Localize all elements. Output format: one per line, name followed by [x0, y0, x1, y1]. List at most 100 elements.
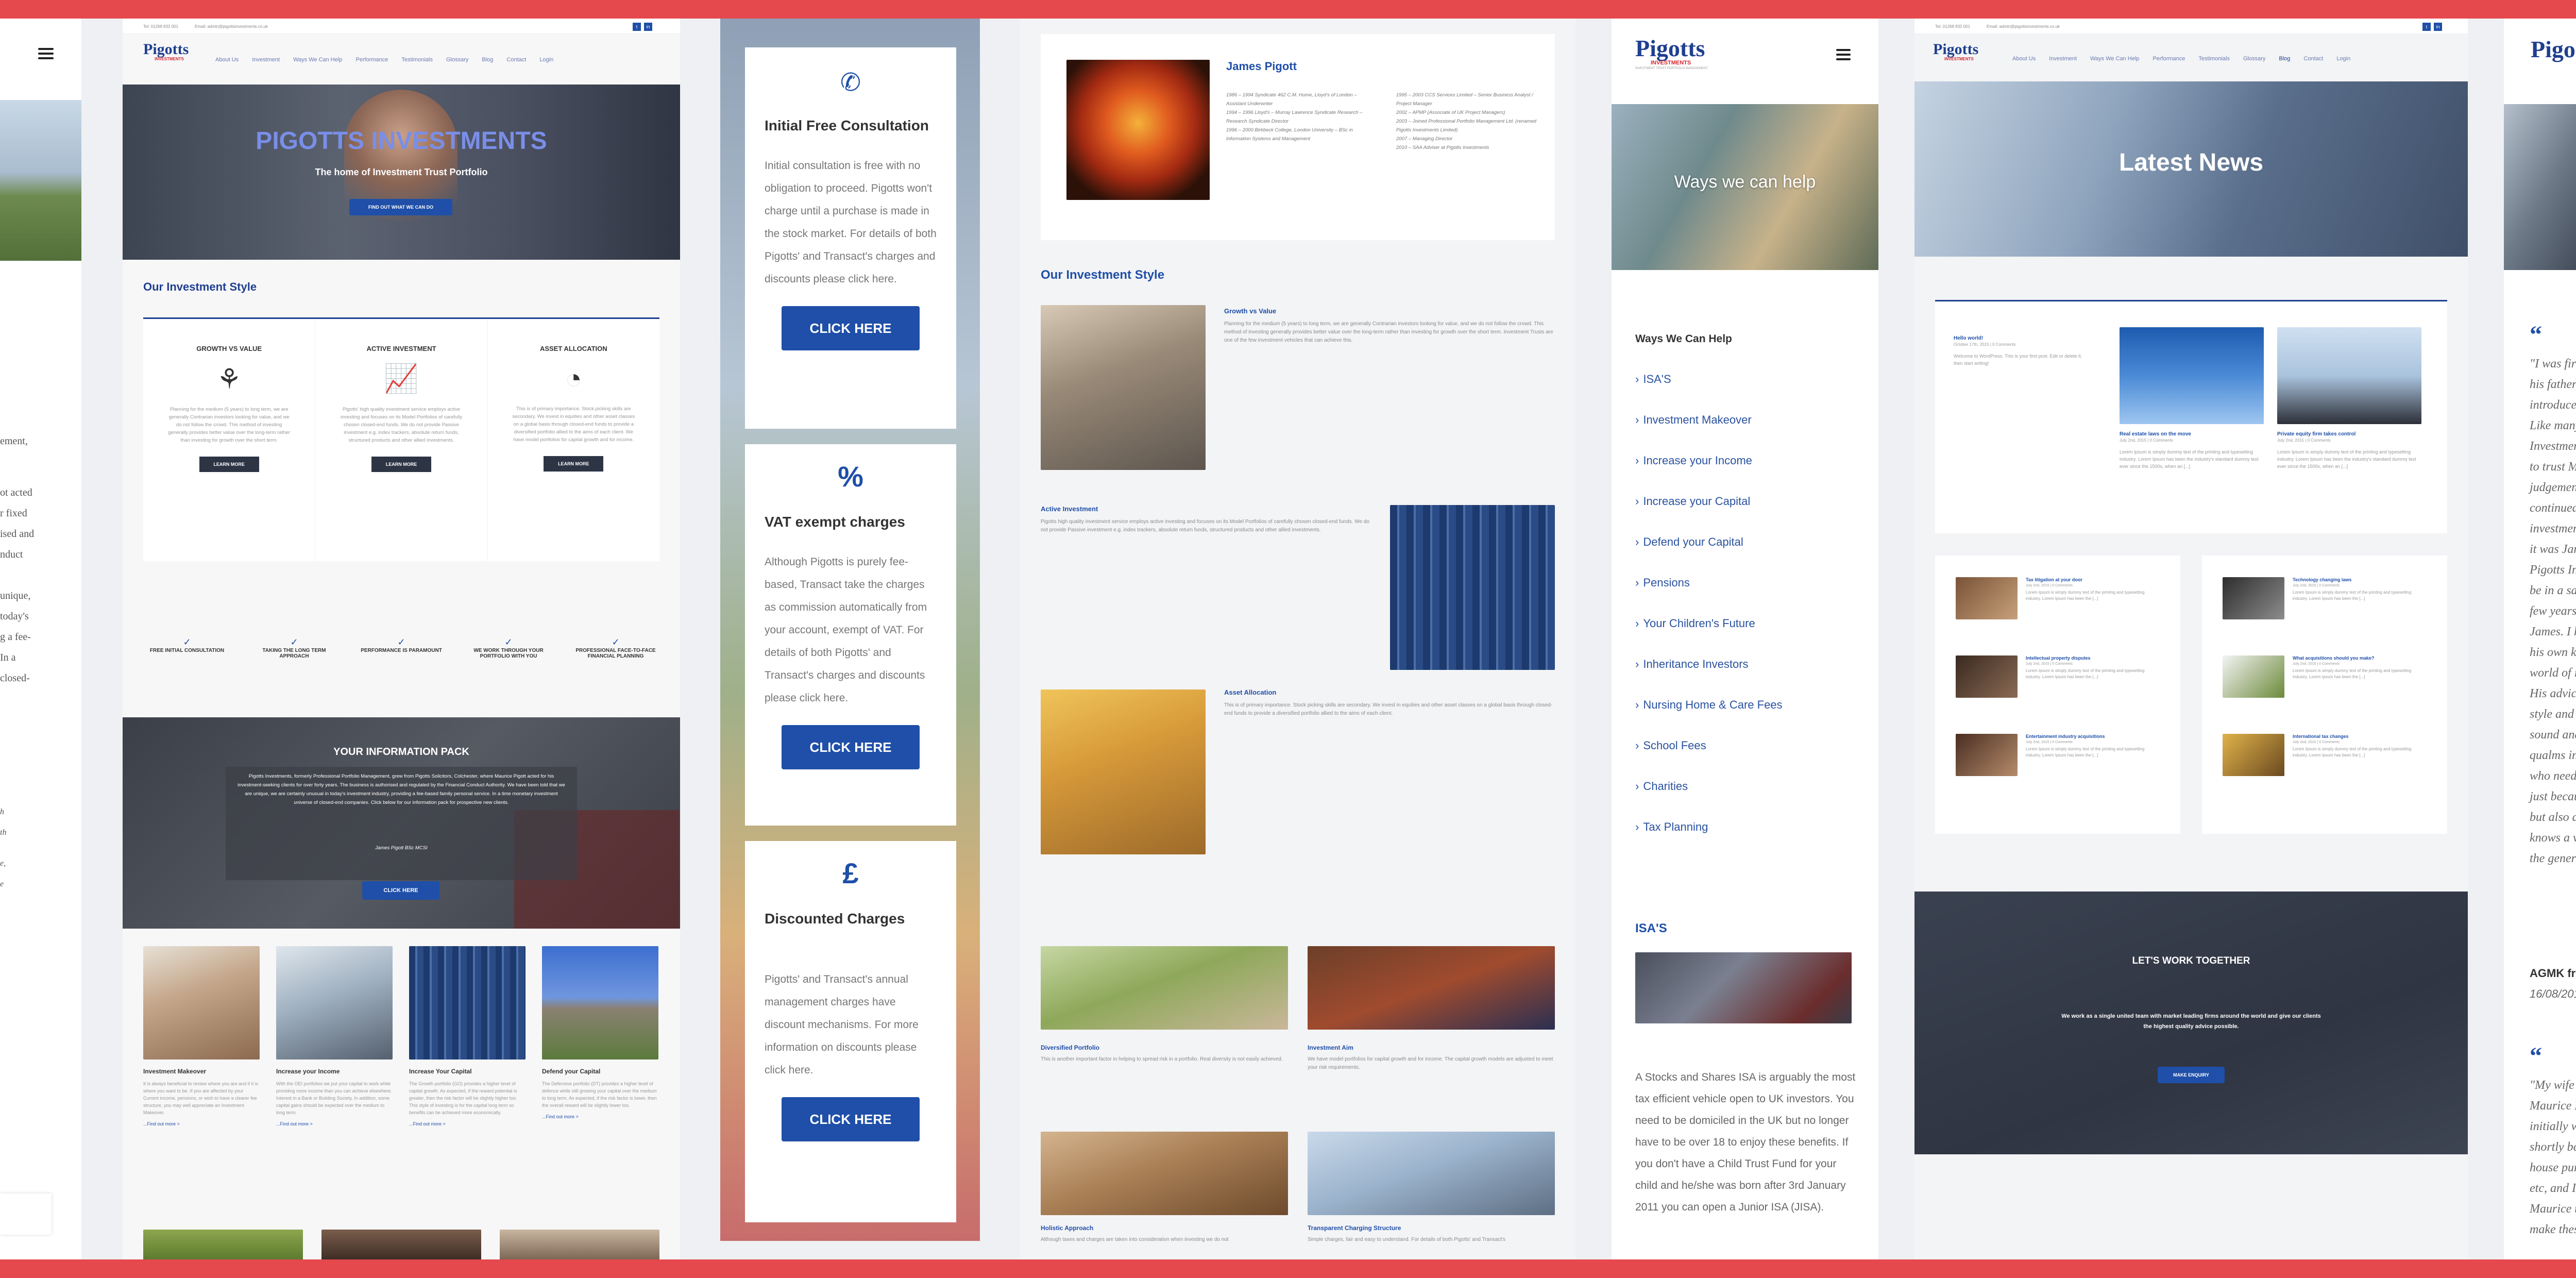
- cycling-couple-photo: [1041, 690, 1206, 854]
- bio-col-left: 1986 – 1994 Syndicate 462 C.M. Hume, Llo…: [1226, 92, 1363, 142]
- nav-performance[interactable]: Performance: [355, 57, 388, 63]
- post-title[interactable]: Private equity firm takes control: [2277, 431, 2421, 437]
- thumb-photo: [2223, 655, 2284, 698]
- site-logo[interactable]: Pigo: [2531, 38, 2575, 61]
- card-text: This is of primary importance. Stock pic…: [512, 406, 635, 443]
- nav-contact[interactable]: Contact: [2303, 56, 2323, 62]
- learn-more-button[interactable]: LEARN MORE: [371, 457, 431, 472]
- hero-banner: PIGOTTS INVESTMENTS The home of Investme…: [123, 85, 680, 260]
- nav-performance[interactable]: Performance: [2153, 56, 2185, 62]
- hamburger-menu-icon[interactable]: [38, 45, 54, 62]
- ways-item-charities[interactable]: › Charities: [1635, 766, 1852, 806]
- ways-item-childrens-future[interactable]: › Your Children's Future: [1635, 603, 1852, 644]
- businessmen-photo: [2277, 327, 2421, 424]
- learn-more-button[interactable]: LEARN MORE: [199, 457, 259, 472]
- post-title[interactable]: Hello world!: [1954, 335, 2082, 341]
- percent-icon: %: [838, 460, 863, 493]
- twitter-icon[interactable]: t: [633, 23, 641, 31]
- chevron-right-icon: ›: [1635, 535, 1639, 548]
- panel-about-investment: James Pigott 1986 – 1994 Syndicate 462 C…: [1020, 19, 1575, 1259]
- nav-investment[interactable]: Investment: [2049, 56, 2077, 62]
- pound-icon: £: [842, 857, 859, 889]
- find-out-more-link[interactable]: ...Find out more >: [409, 1121, 526, 1126]
- chevron-right-icon: ›: [1635, 453, 1639, 467]
- info-pack-button[interactable]: CLICK HERE: [362, 881, 439, 900]
- nav-blog[interactable]: Blog: [2279, 56, 2290, 62]
- twitter-icon[interactable]: t: [2422, 23, 2431, 31]
- woman-phone-photo: [1041, 305, 1206, 470]
- skyline-silhouette-photo: [2120, 327, 2264, 424]
- linkedin-icon[interactable]: in: [2434, 23, 2442, 31]
- topbar: Tel: 01268 832 001 Email: admin@pigottsi…: [1914, 19, 2468, 34]
- nav-about-us[interactable]: About Us: [215, 57, 239, 63]
- nav-about-us[interactable]: About Us: [2012, 56, 2036, 62]
- post-title[interactable]: Intellectual property disputes: [2026, 655, 2149, 661]
- ways-item-isas[interactable]: › ISA'S: [1635, 359, 1852, 399]
- ways-item-investment-makeover[interactable]: › Investment Makeover: [1635, 399, 1852, 440]
- feature-item: ✓ TAKING THE LONG TERM APPROACH: [250, 637, 338, 659]
- nav-ways-we-can-help[interactable]: Ways We Can Help: [2090, 56, 2139, 62]
- nav-testimonials[interactable]: Testimonials: [401, 57, 433, 63]
- ways-hero-title: Ways we can help: [1674, 172, 1816, 192]
- hamburger-menu-icon[interactable]: [1836, 46, 1851, 63]
- site-logo[interactable]: Pigotts INVESTMENTS: [143, 42, 189, 62]
- couple-photo: [143, 1230, 303, 1259]
- make-enquiry-button[interactable]: MAKE ENQUIRY: [2158, 1067, 2225, 1083]
- site-logo[interactable]: Pigotts INVESTMENTS: [1933, 42, 1978, 62]
- click-here-button[interactable]: CLICK HERE: [782, 1097, 920, 1141]
- ways-item-increase-income[interactable]: › Increase your Income: [1635, 440, 1852, 481]
- find-out-more-link[interactable]: ...Find out more >: [276, 1121, 393, 1126]
- bio-col-right: 1995 – 2003 CCS Services Limited – Senio…: [1396, 92, 1536, 150]
- find-out-more-link[interactable]: ...Find out more >: [542, 1114, 658, 1119]
- ways-item-defend-capital[interactable]: › Defend your Capital: [1635, 522, 1852, 562]
- topbar-phone: Tel: 01268 832 001: [143, 24, 179, 29]
- panel-desktop-home: Tel: 01268 832 001 Email: admin@pigottsi…: [123, 19, 680, 1259]
- card-text: Pigotts' high quality investment service…: [340, 407, 463, 443]
- nav-investment[interactable]: Investment: [252, 57, 280, 63]
- hero-cta-button[interactable]: FIND OUT WHAT WE CAN DO: [349, 199, 452, 215]
- card-growth-vs-value: GROWTH VS VALUE ⚘ Planning for the mediu…: [143, 319, 316, 561]
- click-here-button[interactable]: CLICK HERE: [782, 725, 920, 769]
- linkedin-icon[interactable]: in: [644, 23, 652, 31]
- nav-blog[interactable]: Blog: [482, 57, 493, 63]
- ways-item-increase-capital[interactable]: › Increase your Capital: [1635, 481, 1852, 522]
- nav-glossary[interactable]: Glossary: [446, 57, 468, 63]
- card-active-investment: ACTIVE INVESTMENT 📈 Pigotts' high qualit…: [315, 319, 488, 561]
- post-title[interactable]: Real estate laws on the move: [2120, 431, 2264, 437]
- site-logo[interactable]: Pigotts INVESTMENTS INVESTMENT TRUST POR…: [1635, 37, 1708, 71]
- testimonial-quote-1: "I was first ihis father, Mintroduced iL…: [2530, 357, 2576, 865]
- nav-glossary[interactable]: Glossary: [2243, 56, 2265, 62]
- grid-transparent-charging: Transparent Charging Structure Simple ch…: [1308, 1224, 1506, 1242]
- topbar-email[interactable]: Email: admin@pigottsinvestments.co.uk: [1987, 24, 2060, 29]
- find-out-more-link[interactable]: ...Find out more >: [143, 1121, 260, 1126]
- check-icon: ✓: [290, 637, 298, 647]
- nav-login[interactable]: Login: [2336, 56, 2350, 62]
- post-title[interactable]: Entertainment industry acquisitions: [2026, 734, 2149, 739]
- nav-ways-we-can-help[interactable]: Ways We Can Help: [293, 57, 342, 63]
- topbar-email[interactable]: Email: admin@pigottsinvestments.co.uk: [195, 24, 268, 29]
- nav-contact[interactable]: Contact: [506, 57, 526, 63]
- ways-item-pensions[interactable]: › Pensions: [1635, 562, 1852, 603]
- ways-item-school-fees[interactable]: › School Fees: [1635, 725, 1852, 766]
- click-here-button[interactable]: CLICK HERE: [782, 306, 920, 350]
- post-title[interactable]: What acquisitions should you make?: [2293, 655, 2416, 661]
- post-title[interactable]: Technology changing laws: [2293, 577, 2416, 582]
- mini-post-acquisitions: What acquisitions should you make? July 2…: [2223, 655, 2468, 717]
- nav-login[interactable]: Login: [539, 57, 553, 63]
- ways-item-tax-planning[interactable]: › Tax Planning: [1635, 806, 1852, 847]
- ways-item-inheritance[interactable]: › Inheritance Investors: [1635, 644, 1852, 684]
- post-private-equity: Private equity firm takes control July 2…: [2277, 431, 2421, 470]
- nav-testimonials[interactable]: Testimonials: [2198, 56, 2230, 62]
- post-title[interactable]: Tax litigation at your door: [2026, 577, 2149, 582]
- learn-more-button[interactable]: LEARN MORE: [544, 456, 604, 472]
- section-active-investment: Active Investment Pigotts high quality i…: [1041, 505, 1369, 533]
- post-title[interactable]: International tax changes: [2293, 734, 2416, 739]
- post-real-estate: Real estate laws on the move July 2nd, 2…: [2120, 431, 2264, 470]
- check-icon: ✓: [183, 637, 191, 647]
- topbar: Tel: 01268 832 001 Email: admin@pigottsi…: [123, 19, 680, 34]
- feature-item: ✓ FREE INITIAL CONSULTATION: [143, 637, 231, 659]
- chevron-right-icon: ›: [1635, 820, 1639, 833]
- ways-hero-banner: Ways we can help: [1612, 104, 1878, 270]
- isa-text: A Stocks and Shares ISA is arguably the …: [1635, 1071, 1856, 1213]
- ways-item-nursing-home[interactable]: › Nursing Home & Care Fees: [1635, 684, 1852, 725]
